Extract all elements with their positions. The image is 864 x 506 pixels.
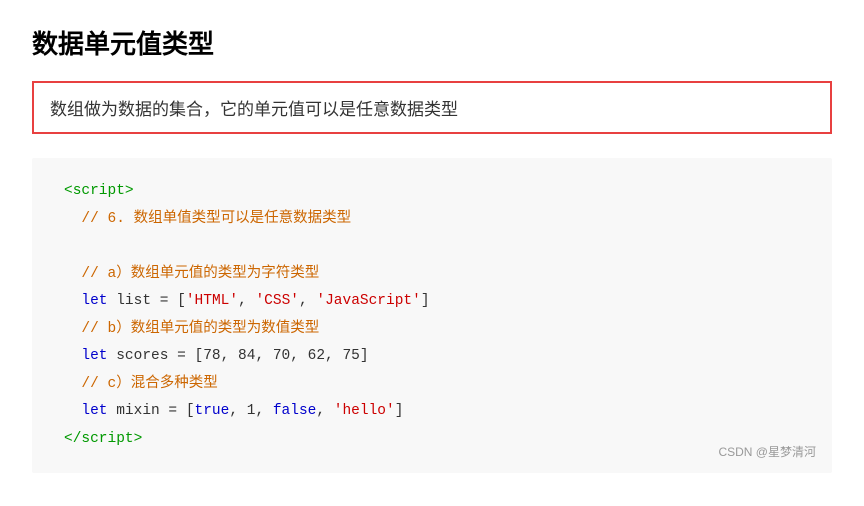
bool-true: true <box>195 403 230 419</box>
script-open-line: <script> <box>64 178 800 206</box>
watermark: CSDN @星梦清河 <box>718 441 816 464</box>
comment-b: // b）数组单元值的类型为数值类型 <box>81 321 319 337</box>
script-open-tag: <script> <box>64 183 134 199</box>
highlight-text: 数组做为数据的集合，它的单元值可以是任意数据类型 <box>50 100 458 119</box>
blank-line-1 <box>64 233 800 261</box>
str-css: 'CSS' <box>255 293 299 309</box>
script-close-line: </script> <box>64 426 800 454</box>
list-line: let list = ['HTML', 'CSS', 'JavaScript'] <box>64 288 800 316</box>
let-keyword-list: let <box>81 293 107 309</box>
num-1: , 1, <box>229 403 273 419</box>
mixin-line: let mixin = [true, 1, false, 'hello'] <box>64 398 800 426</box>
code-block: <script> // 6. 数组单值类型可以是任意数据类型 // a）数组单元… <box>32 158 832 473</box>
let-keyword-mixin: let <box>81 403 107 419</box>
bracket-close-list: ] <box>421 293 430 309</box>
script-close-tag: </script> <box>64 431 142 447</box>
str-hello: 'hello' <box>334 403 395 419</box>
comma-2: , <box>299 293 316 309</box>
var-mixin: mixin = [ <box>108 403 195 419</box>
var-scores: scores = [78, 84, 70, 62, 75] <box>108 348 369 364</box>
str-html: 'HTML' <box>186 293 238 309</box>
comma-1: , <box>238 293 255 309</box>
str-js: 'JavaScript' <box>316 293 420 309</box>
comment-a-line: // a）数组单元值的类型为字符类型 <box>64 261 800 289</box>
highlight-box: 数组做为数据的集合，它的单元值可以是任意数据类型 <box>32 81 832 134</box>
scores-line: let scores = [78, 84, 70, 62, 75] <box>64 343 800 371</box>
bool-false: false <box>273 403 317 419</box>
comma-str: , <box>316 403 333 419</box>
let-keyword-scores: let <box>81 348 107 364</box>
comment-c: // c）混合多种类型 <box>81 376 217 392</box>
comment-6-line: // 6. 数组单值类型可以是任意数据类型 <box>64 206 800 234</box>
comment-6: // 6. 数组单值类型可以是任意数据类型 <box>81 211 351 227</box>
comment-a: // a）数组单元值的类型为字符类型 <box>81 266 319 282</box>
comment-b-line: // b）数组单元值的类型为数值类型 <box>64 316 800 344</box>
bracket-close-mixin: ] <box>395 403 404 419</box>
var-list: list = [ <box>108 293 186 309</box>
page-title: 数据单元值类型 <box>32 24 832 61</box>
comment-c-line: // c）混合多种类型 <box>64 371 800 399</box>
